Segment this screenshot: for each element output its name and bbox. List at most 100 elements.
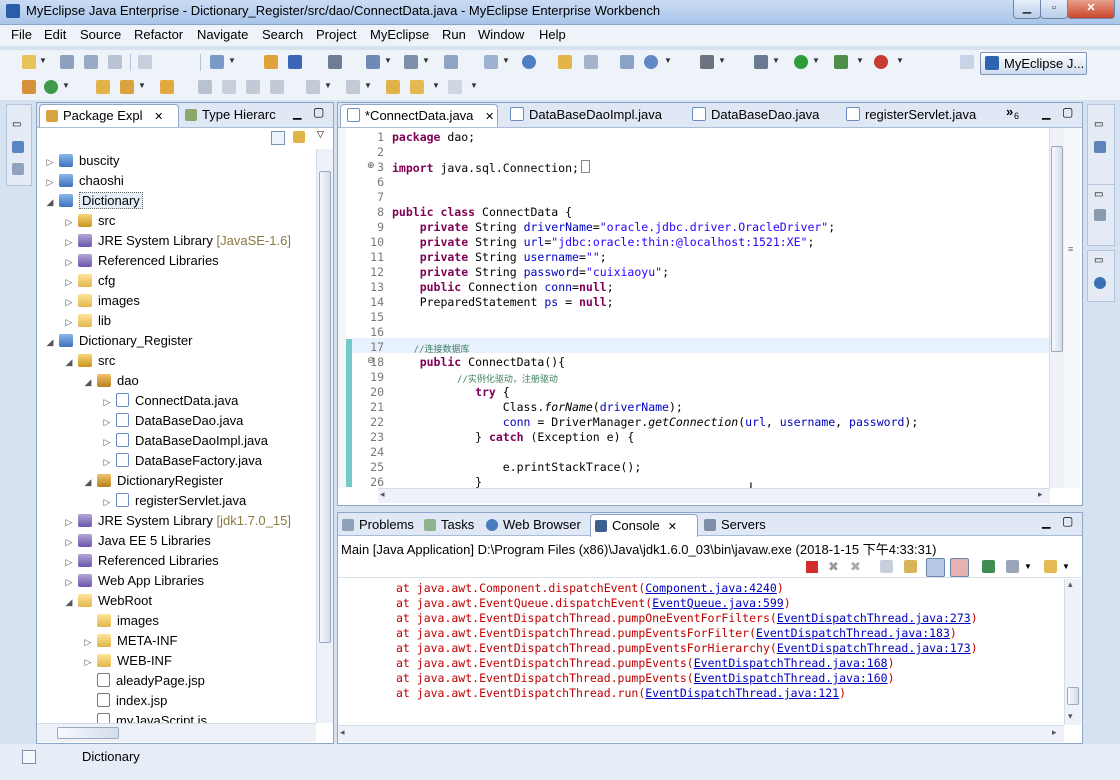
code-area[interactable]: 1 2 3 ⊕ 6 7 8 9 10 11 12 13 14 15 16 17 …	[352, 128, 1064, 488]
chevron-down-icon[interactable]: ▼	[432, 81, 440, 90]
fold-expand-icon[interactable]: ⊕	[367, 160, 375, 171]
tree-item-images[interactable]: images	[83, 611, 159, 631]
collapse-icon[interactable]: ◢	[83, 472, 93, 492]
tree-item-myjavascript[interactable]: myJavaScript.js	[83, 711, 207, 723]
menu-help[interactable]: Help	[539, 27, 566, 42]
tree-item-aleadypage[interactable]: aleadyPage.jsp	[83, 671, 205, 691]
source-link[interactable]: EventDispatchThread.java:173	[777, 641, 971, 655]
menu-source[interactable]: Source	[80, 27, 121, 42]
scroll-right-icon[interactable]: ▸	[1038, 489, 1043, 500]
expand-icon[interactable]: ▷	[64, 252, 74, 272]
tree-item-databasefactory[interactable]: ▷ DataBaseFactory.java	[102, 451, 262, 471]
last-edit-icon[interactable]	[386, 80, 400, 94]
terminate-icon[interactable]	[806, 561, 818, 573]
source-link[interactable]: EventDispatchThread.java:183	[756, 626, 950, 640]
overview-marker-icon[interactable]: ≡	[1068, 244, 1073, 254]
menu-refactor[interactable]: Refactor	[134, 27, 183, 42]
tab-tasks[interactable]: Tasks	[424, 514, 482, 536]
menu-myeclipse[interactable]: MyEclipse	[370, 27, 429, 42]
chevron-down-icon[interactable]: ▼	[228, 56, 236, 65]
wizard-2-icon[interactable]	[404, 55, 418, 69]
scrollbar-thumb[interactable]	[57, 727, 119, 739]
collapse-icon[interactable]: ◢	[45, 332, 55, 352]
chevron-down-icon[interactable]: ▼	[718, 56, 726, 65]
editor-horizontal-scrollbar[interactable]: ◂ ▸	[378, 488, 1050, 503]
help-icon[interactable]	[1094, 277, 1106, 289]
refresh-icon[interactable]	[584, 55, 598, 69]
chevron-down-icon[interactable]: ▼	[470, 81, 478, 90]
prev-annotation-icon[interactable]	[346, 80, 360, 94]
expand-icon[interactable]: ▷	[64, 292, 74, 312]
wizard-icon[interactable]	[366, 55, 380, 69]
tab-servers[interactable]: Servers	[704, 514, 770, 536]
expand-icon[interactable]: ▷	[64, 512, 74, 532]
tab-type-hierarchy[interactable]: Type Hierarc	[181, 104, 295, 126]
run-last-icon[interactable]	[834, 55, 848, 69]
chevron-down-icon[interactable]: ▼	[364, 81, 372, 90]
expand-icon[interactable]: ▷	[45, 172, 55, 192]
new-project-icon[interactable]	[22, 80, 36, 94]
maximize-button[interactable]: ▫	[1040, 0, 1068, 19]
remove-all-icon[interactable]: ✖	[850, 559, 861, 575]
editor-vertical-scrollbar[interactable]	[1049, 128, 1064, 488]
show-on-output-icon[interactable]	[926, 558, 945, 577]
scrollbar-thumb[interactable]	[1067, 687, 1079, 705]
report-icon[interactable]	[484, 55, 498, 69]
chevron-down-icon[interactable]: ▼	[62, 81, 70, 90]
expand-icon[interactable]: ▷	[102, 452, 112, 472]
print-icon[interactable]	[108, 55, 122, 69]
annotation-icon[interactable]	[198, 80, 212, 94]
close-icon[interactable]: ✕	[668, 521, 677, 533]
tab-console[interactable]: Console ✕	[590, 514, 698, 537]
browser-icon[interactable]	[644, 55, 658, 69]
tab-registerservlet[interactable]: registerServlet.java	[846, 104, 996, 126]
forward-icon[interactable]	[448, 80, 462, 94]
menu-search[interactable]: Search	[262, 27, 303, 42]
table-icon[interactable]	[620, 55, 634, 69]
source-link[interactable]: EventDispatchThread.java:273	[777, 611, 971, 625]
back-icon[interactable]	[410, 80, 424, 94]
web-icon[interactable]	[328, 55, 342, 69]
tree-item-webroot[interactable]: ◢ WebRoot	[64, 591, 152, 611]
scroll-left-icon[interactable]: ◂	[340, 727, 345, 738]
save-all-icon[interactable]	[84, 55, 98, 69]
outline-icon[interactable]	[1094, 141, 1106, 153]
external-tools-icon[interactable]	[874, 55, 888, 69]
source-link[interactable]: EventDispatchThread.java:121	[645, 686, 839, 700]
new-icon[interactable]	[22, 55, 36, 69]
expand-icon[interactable]: ▷	[64, 312, 74, 332]
restore-icon[interactable]: ▭	[12, 119, 21, 130]
expand-icon[interactable]: ▷	[83, 632, 93, 652]
tree-item-src[interactable]: ◢ src	[64, 351, 116, 372]
scroll-down-icon[interactable]: ▾	[1068, 711, 1073, 722]
tree-item-cfg[interactable]: ▷ cfg	[64, 271, 116, 291]
restore-icon[interactable]: ▭	[1094, 255, 1103, 266]
fast-view-icon[interactable]	[22, 750, 36, 764]
clear-console-icon[interactable]	[880, 560, 893, 573]
scroll-right-icon[interactable]: ▸	[1052, 727, 1057, 738]
tree-item-dao[interactable]: ◢ dao	[83, 371, 139, 391]
explorer-vertical-scrollbar[interactable]	[316, 149, 333, 723]
menu-file[interactable]: File	[11, 27, 32, 42]
debug-icon[interactable]	[754, 55, 768, 69]
collapse-all-icon[interactable]	[271, 131, 285, 145]
chevron-down-icon[interactable]: ▼	[384, 56, 392, 65]
tree-item-jre[interactable]: ▷ JRE System Library [JavaSE-1.6]	[64, 231, 291, 251]
collapse-icon[interactable]: ◢	[64, 592, 74, 612]
minimize-view-icon[interactable]: ▁	[293, 107, 301, 120]
minimize-view-icon[interactable]: ▁	[1042, 107, 1050, 120]
new-class-icon[interactable]	[44, 80, 58, 94]
chevron-down-icon[interactable]: ▼	[896, 56, 904, 65]
tree-item-chaoshi[interactable]: ▷ chaoshi	[45, 171, 124, 191]
expand-icon[interactable]: ▷	[64, 552, 74, 572]
package-icon[interactable]	[264, 55, 278, 69]
tab-overflow-icon[interactable]: »	[1006, 104, 1013, 119]
maximize-view-icon[interactable]: ▢	[1062, 514, 1073, 528]
pen-icon[interactable]	[222, 80, 236, 94]
tree-item-referenced-libraries[interactable]: ▷ Referenced Libraries	[64, 251, 219, 271]
collapse-icon[interactable]: ◢	[64, 352, 74, 372]
menu-project[interactable]: Project	[316, 27, 356, 42]
open-type-icon[interactable]	[96, 80, 110, 94]
tree-item-connectdata[interactable]: ▷ ConnectData.java	[102, 391, 238, 411]
close-icon[interactable]: ✕	[485, 111, 494, 123]
